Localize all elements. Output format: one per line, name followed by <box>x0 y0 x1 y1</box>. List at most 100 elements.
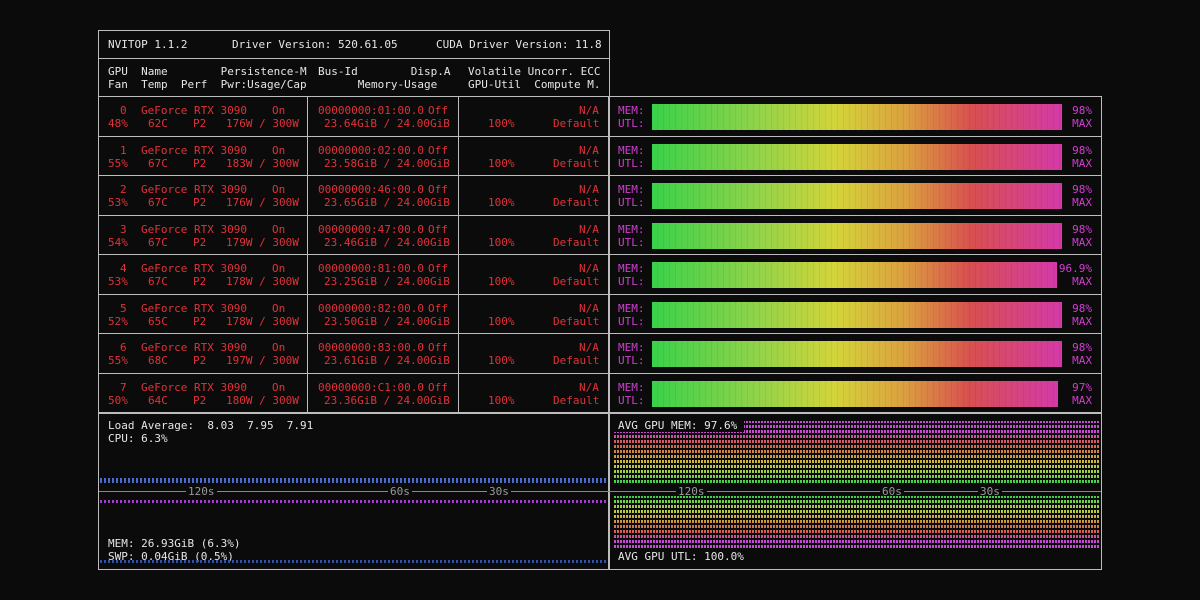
gpu-perf: P2 <box>193 196 207 209</box>
utl-percent: MAX <box>1072 117 1092 130</box>
row-divider <box>98 373 1102 374</box>
avg-gpu-utl-overlay: AVG GPU UTL: 100.0% <box>618 550 744 563</box>
gpu-persistence: On <box>272 183 286 196</box>
gpu-perf: P2 <box>193 157 207 170</box>
gpu-fan: 55% <box>108 157 128 170</box>
gpu-power: 178W / 300W <box>226 275 299 288</box>
gpu-ecc: N/A <box>579 341 599 354</box>
bar-texture <box>652 262 1057 288</box>
gpu-display: Off <box>428 183 448 196</box>
gpu-perf: P2 <box>193 236 207 249</box>
gpu-power: 176W / 300W <box>226 117 299 130</box>
gpu-temp: 67C <box>148 157 168 170</box>
mem-label: MEM: <box>618 302 645 315</box>
mem-percent: 98% <box>1072 341 1092 354</box>
gpu-power: 183W / 300W <box>226 157 299 170</box>
gpu-index: 6 <box>120 341 127 354</box>
gpu-index: 7 <box>120 381 127 394</box>
gpu-ecc: N/A <box>579 262 599 275</box>
gpu-index: 4 <box>120 262 127 275</box>
gpu-temp: 67C <box>148 236 168 249</box>
mem-label: MEM: <box>618 144 645 157</box>
gpu-perf: P2 <box>193 275 207 288</box>
gpu-usage-bar <box>652 104 1062 130</box>
utl-label: UTL: <box>618 236 645 249</box>
utl-label: UTL: <box>618 315 645 328</box>
gpu-display: Off <box>428 104 448 117</box>
gpu-persistence: On <box>272 302 286 315</box>
mem-percent: 98% <box>1072 302 1092 315</box>
gpu-persistence: On <box>272 104 286 117</box>
gpu-bus-id: 00000000:46:00.0 <box>318 183 424 196</box>
col-divider <box>458 137 459 177</box>
gpu-memory-usage: 23.36GiB / 24.00GiB <box>324 394 450 407</box>
gpu-util: 100% <box>488 236 515 249</box>
gpu-usage-bar <box>652 341 1062 367</box>
app-version: NVITOP 1.1.2 <box>108 38 188 51</box>
mem-label: MEM: <box>618 341 645 354</box>
utl-percent: MAX <box>1072 354 1092 367</box>
bar-texture <box>652 183 1062 209</box>
gpu-compute-mode: Default <box>553 394 600 407</box>
gpu-index: 3 <box>120 223 127 236</box>
gpu-bus-id: 00000000:47:00.0 <box>318 223 424 236</box>
row-divider <box>98 333 1102 334</box>
gpu-name: GeForce RTX 3090 <box>141 144 247 157</box>
gpu-ecc: N/A <box>579 144 599 157</box>
utl-label: UTL: <box>618 394 645 407</box>
row-divider <box>98 215 1102 216</box>
gpu-persistence: On <box>272 341 286 354</box>
gpu-name: GeForce RTX 3090 <box>141 183 247 196</box>
gpu-perf: P2 <box>193 354 207 367</box>
gpu-index: 2 <box>120 183 127 196</box>
host-tick-60s: 60s <box>388 485 412 499</box>
utl-percent: MAX <box>1072 196 1092 209</box>
gpu-fan: 52% <box>108 315 128 328</box>
gpu-memory-usage: 23.46GiB / 24.00GiB <box>324 236 450 249</box>
gpu-util: 100% <box>488 157 515 170</box>
mem-percent: 98% <box>1072 104 1092 117</box>
gpu-bus-id: 00000000:82:00.0 <box>318 302 424 315</box>
gpu-compute-mode: Default <box>553 315 600 328</box>
gpu-memory-usage: 23.58GiB / 24.00GiB <box>324 157 450 170</box>
utl-percent: MAX <box>1072 157 1092 170</box>
gpu-name: GeForce RTX 3090 <box>141 262 247 275</box>
col-divider <box>458 176 459 216</box>
gpu-name: GeForce RTX 3090 <box>141 104 247 117</box>
load-average: Load Average: 8.03 7.95 7.91 <box>108 419 314 432</box>
gpu-bus-id: 00000000:81:00.0 <box>318 262 424 275</box>
utl-label: UTL: <box>618 196 645 209</box>
gpu-memory-usage: 23.64GiB / 24.00GiB <box>324 117 450 130</box>
col-header-2-line1: Bus-Id Disp.A <box>318 65 451 78</box>
gpu-ecc: N/A <box>579 302 599 315</box>
col-divider <box>458 295 459 335</box>
gpu-persistence: On <box>272 262 286 275</box>
gpu-power: 179W / 300W <box>226 236 299 249</box>
gpu-temp: 68C <box>148 354 168 367</box>
gpu-power: 176W / 300W <box>226 196 299 209</box>
mem-label: MEM: <box>618 223 645 236</box>
gpu-display: Off <box>428 302 448 315</box>
mem-label: MEM: <box>618 183 645 196</box>
gpu-display: Off <box>428 381 448 394</box>
utl-label: UTL: <box>618 117 645 130</box>
gpu-usage-bar <box>652 302 1062 328</box>
col-divider <box>458 97 459 137</box>
gpu-bus-id: 00000000:01:00.0 <box>318 104 424 117</box>
col-header-3-line2: GPU-Util Compute M. <box>468 78 601 91</box>
gpu-temp: 67C <box>148 275 168 288</box>
utl-label: UTL: <box>618 275 645 288</box>
col-header-2-line2: Memory-Usage <box>318 78 438 91</box>
bar-texture <box>652 381 1058 407</box>
mem-percent: 96.9% <box>1058 262 1092 275</box>
gpu-util: 100% <box>488 196 515 209</box>
col-divider <box>458 374 459 414</box>
bar-texture <box>652 144 1062 170</box>
bar-texture <box>652 104 1062 130</box>
col-header-1-line2: Fan Temp Perf Pwr:Usage/Cap <box>108 78 307 91</box>
gpu-fan: 53% <box>108 275 128 288</box>
col-divider <box>307 176 308 216</box>
gpu-persistence: On <box>272 223 286 236</box>
mem-percent: 98% <box>1072 223 1092 236</box>
gpu-power: 180W / 300W <box>226 394 299 407</box>
